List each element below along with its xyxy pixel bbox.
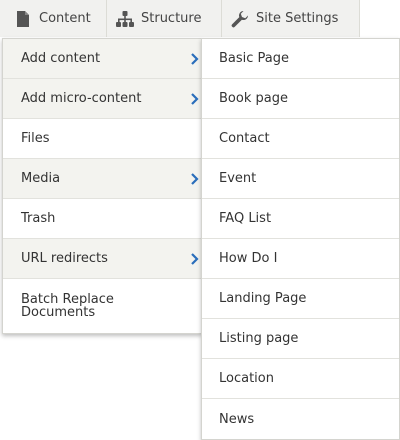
submenu-item-basic-page[interactable]: Basic Page [202, 39, 399, 79]
submenu-item-label: Basic Page [219, 51, 290, 66]
submenu-item-label: Landing Page [219, 291, 307, 306]
submenu-item-label: Location [219, 371, 274, 386]
submenu-item-book-page[interactable]: Book page [202, 79, 399, 119]
submenu-item-label: Event [219, 171, 257, 186]
admin-toolbar: Content Structure Site Settings [0, 0, 360, 38]
tab-site-settings-label: Site Settings [256, 11, 339, 26]
submenu-item-event[interactable]: Event [202, 159, 399, 199]
menu-item-label: Batch Replace Documents [21, 292, 114, 320]
menu-item-label: Add micro-content [21, 91, 142, 106]
tab-structure-label: Structure [141, 11, 202, 26]
wrench-icon [231, 10, 249, 28]
menu-item-files[interactable]: Files [3, 119, 201, 159]
submenu-item-location[interactable]: Location [202, 359, 399, 399]
chevron-right-icon [191, 252, 199, 265]
menu-item-label: Trash [21, 211, 56, 226]
tab-content-label: Content [39, 11, 91, 26]
submenu-item-label: News [219, 411, 255, 427]
submenu-item-listing-page[interactable]: Listing page [202, 319, 399, 359]
menu-item-label: Add content [21, 51, 101, 66]
submenu-item-news[interactable]: News [202, 399, 399, 439]
menu-item-batch-replace-documents[interactable]: Batch Replace Documents [3, 279, 201, 333]
tab-content[interactable]: Content [0, 0, 107, 37]
tab-structure[interactable]: Structure [107, 0, 222, 37]
submenu-item-faq-list[interactable]: FAQ List [202, 199, 399, 239]
menu-item-add-content[interactable]: Add content [3, 39, 201, 79]
submenu-item-landing-page[interactable]: Landing Page [202, 279, 399, 319]
chevron-right-icon [191, 52, 199, 65]
sitemap-icon [116, 10, 134, 28]
chevron-right-icon [191, 172, 199, 185]
submenu-item-how-do-i[interactable]: How Do I [202, 239, 399, 279]
file-icon [14, 10, 32, 28]
chevron-right-icon [191, 92, 199, 105]
submenu-item-label: Book page [219, 91, 288, 106]
submenu-item-label: How Do I [219, 251, 278, 266]
tab-site-settings[interactable]: Site Settings [222, 0, 360, 37]
menu-item-add-micro-content[interactable]: Add micro-content [3, 79, 201, 119]
menu-item-label: Media [21, 171, 61, 186]
submenu-item-label: Listing page [219, 331, 299, 346]
menu-item-label: Files [21, 131, 50, 146]
submenu-item-label: Contact [219, 131, 270, 146]
menu-item-trash[interactable]: Trash [3, 199, 201, 239]
menu-item-url-redirects[interactable]: URL redirects [3, 239, 201, 279]
add-content-submenu: Basic Page Book page Contact Event FAQ L… [201, 38, 400, 440]
menu-item-media[interactable]: Media [3, 159, 201, 199]
menu-item-label: URL redirects [21, 251, 108, 266]
content-menu: Add content Add micro-content Files Medi… [2, 38, 202, 334]
submenu-item-contact[interactable]: Contact [202, 119, 399, 159]
submenu-item-label: FAQ List [219, 211, 272, 226]
